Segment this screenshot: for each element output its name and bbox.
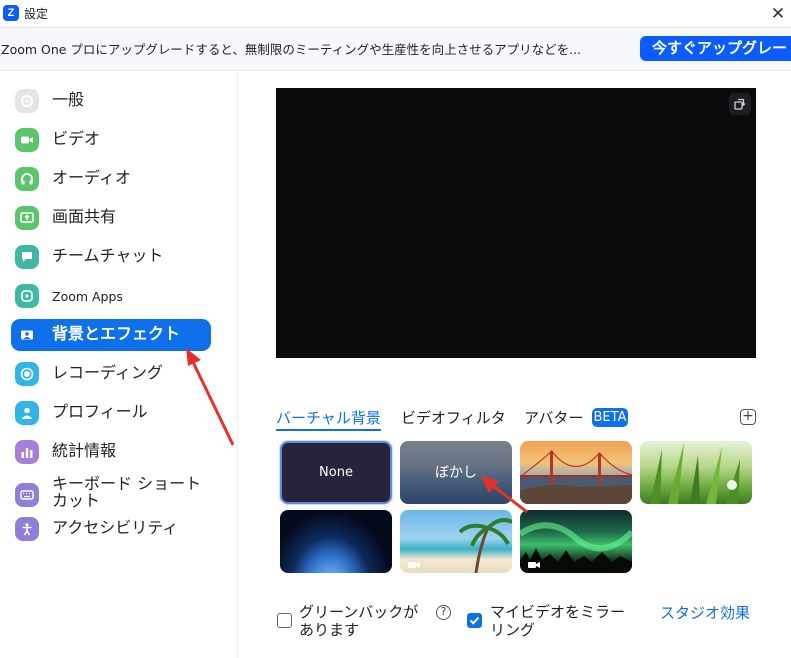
checkmark-icon <box>469 616 480 625</box>
mirror-video-label: マイビデオをミラーリング <box>490 603 626 639</box>
annotation-arrows <box>186 348 528 514</box>
annotation-arrow-blur <box>481 476 528 514</box>
green-screen-checkbox[interactable] <box>277 613 292 628</box>
green-screen-label: グリーンバックがあります <box>299 603 419 639</box>
annotation-arrow-sidebar <box>186 348 235 446</box>
studio-effects-link[interactable]: スタジオ効果 <box>660 602 750 623</box>
help-icon[interactable]: ? <box>436 605 451 620</box>
mirror-video-checkbox[interactable] <box>467 613 482 628</box>
